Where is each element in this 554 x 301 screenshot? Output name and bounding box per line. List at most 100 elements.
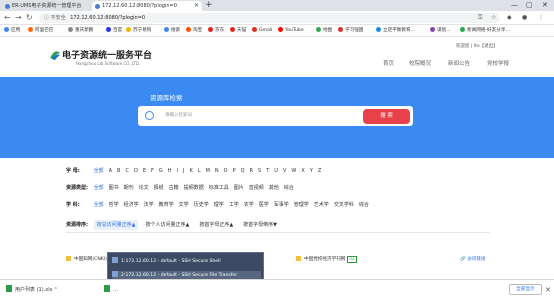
maximize-icon[interactable]: ▢: [526, 0, 533, 11]
new-tab-button[interactable]: +: [205, 0, 213, 11]
filter-option-letter[interactable]: Z: [318, 167, 321, 175]
popup-window-item[interactable]: 1:172.12.60.12 - default - SSH Secure Sh…: [112, 257, 221, 267]
star-icon[interactable]: ☆: [491, 13, 496, 23]
tab-active-page[interactable]: 172.12.60.12:8080/?plogin=0 ✕: [92, 1, 202, 11]
filter-option-type[interactable]: 图书: [109, 184, 119, 192]
filter-option-type[interactable]: 其他: [269, 184, 279, 192]
filter-option-letter[interactable]: L: [198, 167, 201, 175]
filter-option-letter[interactable]: N: [215, 167, 219, 175]
extension-icon[interactable]: ◆: [507, 13, 512, 23]
filter-option-subject[interactable]: 医学: [259, 201, 269, 209]
filter-option-letter[interactable]: I: [177, 167, 178, 175]
user-welcome[interactable]: 欢迎您 | lte【退出】: [456, 43, 498, 49]
tab-erums[interactable]: ER-UMS电子资源统一管理平台: [2, 1, 90, 11]
filter-option-letter[interactable]: P: [233, 167, 236, 175]
close-tab-icon[interactable]: ✕: [194, 1, 199, 11]
nav-home[interactable]: 首页: [383, 59, 394, 67]
filter-option-type[interactable]: 音视频: [249, 184, 264, 192]
filter-option-type[interactable]: 古籍: [169, 184, 179, 192]
sort-option[interactable]: 按首字母倒序▼: [240, 220, 280, 230]
filter-option-subject[interactable]: 历史学: [194, 201, 209, 209]
download-item[interactable]: 用户列表 (1).xls ⌃: [6, 285, 58, 295]
filter-option-letter[interactable]: B: [117, 167, 120, 175]
filter-option-letter[interactable]: X: [301, 167, 304, 175]
nav-journal[interactable]: 党校学报: [487, 59, 509, 67]
bookmark-item[interactable]: Gmail: [252, 25, 272, 36]
filter-option-subject[interactable]: 理学: [214, 201, 224, 209]
filter-option-letter[interactable]: J: [183, 167, 184, 175]
filter-option-letter[interactable]: O: [224, 167, 228, 175]
filter-option-letter[interactable]: A: [109, 167, 112, 175]
result-item[interactable]: 中国党校经济学刊网 OA: [296, 256, 357, 264]
filter-option-subject[interactable]: 艺术学: [314, 201, 329, 209]
filter-option-letter[interactable]: E: [143, 167, 146, 175]
filter-option-subject[interactable]: 综合: [359, 201, 369, 209]
filter-option-subject[interactable]: 文学: [179, 201, 189, 209]
filter-option-letter[interactable]: G: [159, 167, 163, 175]
filter-option-letter[interactable]: V: [283, 167, 286, 175]
download-item[interactable]: …: [104, 285, 118, 295]
filter-option-subject[interactable]: 教育学: [159, 201, 174, 209]
search-button[interactable]: 搜 索: [363, 109, 410, 124]
filter-option-subject[interactable]: 哲学: [109, 201, 119, 209]
filter-option-type[interactable]: 全部: [94, 184, 104, 192]
bookmark-item[interactable]: 新闻网络-好友分享…: [460, 25, 510, 36]
close-window-icon[interactable]: ✕: [542, 0, 548, 11]
key-icon[interactable]: ⚿: [478, 13, 483, 23]
bookmark-item[interactable]: 应用: [4, 25, 20, 36]
sort-option[interactable]: 按首字母正序▲: [196, 220, 236, 230]
forward-icon[interactable]: →: [15, 13, 22, 23]
filter-option-letter[interactable]: M: [206, 167, 210, 175]
filter-option-letter[interactable]: W: [291, 167, 296, 175]
filter-option-type[interactable]: 标准工具: [209, 184, 229, 192]
filter-option-type[interactable]: 报纸: [154, 184, 164, 192]
filter-option-letter[interactable]: H: [168, 167, 172, 175]
bookmark-item[interactable]: 谋划…: [430, 25, 451, 36]
filter-option-subject[interactable]: 管理学: [294, 201, 309, 209]
filter-option-letter[interactable]: C: [125, 167, 129, 175]
profile-avatar-icon[interactable]: ●: [522, 13, 527, 23]
filter-option-subject[interactable]: 全部: [94, 201, 104, 209]
bookmark-item[interactable]: 地图: [316, 25, 332, 36]
show-all-button[interactable]: 全部显示: [509, 284, 542, 295]
filter-option-letter[interactable]: R: [250, 167, 253, 175]
sort-option[interactable]: 按个人访问量正序▲: [142, 220, 192, 230]
bookmark-item[interactable]: YouTube: [278, 25, 304, 36]
nav-overview[interactable]: 校院概况: [409, 59, 431, 67]
bookmark-item[interactable]: 重庆新鹏: [68, 25, 93, 36]
filter-option-letter[interactable]: 全部: [94, 167, 104, 175]
filter-option-type[interactable]: 期刊: [124, 184, 134, 192]
bookmark-item[interactable]: 百度: [106, 25, 122, 36]
url-field[interactable]: ⓘ 不安全 172.12.60.12:8080/?plogin=0: [39, 13, 500, 23]
bookmark-item[interactable]: 苏宁易购: [126, 25, 151, 36]
filter-option-letter[interactable]: U: [274, 167, 278, 175]
bookmark-item[interactable]: 京东: [208, 25, 224, 36]
filter-option-type[interactable]: 提纲数据: [184, 184, 204, 192]
minimize-icon[interactable]: —: [511, 0, 518, 11]
menu-icon[interactable]: ⋮: [538, 13, 544, 23]
bookmark-item[interactable]: 淘宝: [186, 25, 202, 36]
filter-option-subject[interactable]: 军事学: [274, 201, 289, 209]
bookmark-item[interactable]: 天猫: [230, 25, 246, 36]
nav-news[interactable]: 新闻公告: [448, 59, 470, 67]
filter-option-letter[interactable]: F: [151, 167, 154, 175]
filter-option-letter[interactable]: Y: [310, 167, 313, 175]
reload-icon[interactable]: ↻: [26, 13, 33, 23]
bookmark-item[interactable]: 阿里巴巴: [28, 25, 53, 36]
sort-option[interactable]: 按总访问量正序▲: [93, 220, 139, 230]
filter-option-subject[interactable]: 农学: [244, 201, 254, 209]
filter-option-letter[interactable]: K: [190, 167, 193, 175]
back-icon[interactable]: ←: [4, 13, 11, 23]
bookmark-item[interactable]: 学习强国: [338, 25, 363, 36]
filter-option-letter[interactable]: D: [134, 167, 138, 175]
filter-option-type[interactable]: 论文: [139, 184, 149, 192]
filter-option-letter[interactable]: S: [258, 167, 261, 175]
filter-option-letter[interactable]: Q: [241, 167, 245, 175]
filter-option-subject[interactable]: 交叉学科: [334, 201, 354, 209]
filter-option-letter[interactable]: T: [266, 167, 269, 175]
filter-option-subject[interactable]: 工学: [229, 201, 239, 209]
filter-option-type[interactable]: 综合: [284, 184, 294, 192]
close-icon[interactable]: ✕: [545, 285, 551, 295]
visit-link[interactable]: 🔗 访问链接: [460, 256, 486, 264]
bookmark-item[interactable]: 搜索: [164, 25, 180, 36]
